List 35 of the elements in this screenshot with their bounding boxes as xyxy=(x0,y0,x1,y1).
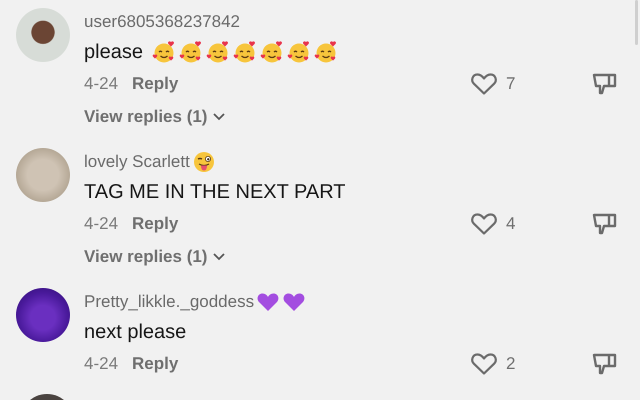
smiling-face-with-hearts-icon xyxy=(152,40,176,64)
heart-icon[interactable] xyxy=(470,72,498,96)
view-replies-button[interactable]: View replies (1) xyxy=(84,240,226,274)
username[interactable]: user6805368237842 xyxy=(84,12,240,32)
reply-button[interactable]: Reply xyxy=(132,214,178,234)
username[interactable]: Pretty_likkle._goddess xyxy=(84,292,254,312)
reply-button[interactable]: Reply xyxy=(132,74,178,94)
comment-text: please xyxy=(84,40,143,64)
thumbs-down-icon[interactable] xyxy=(592,71,618,97)
reply-button[interactable]: Reply xyxy=(132,354,178,374)
smiling-face-with-hearts-icon xyxy=(232,40,257,64)
smiling-face-with-hearts-icon xyxy=(260,40,284,64)
smiling-face-with-hearts-icon xyxy=(286,40,311,64)
comment-text: TAG ME IN THE NEXT PART xyxy=(84,180,346,204)
username[interactable]: lovely Scarlett xyxy=(84,152,190,172)
like-count: 2 xyxy=(506,354,516,374)
heart-icon[interactable] xyxy=(470,212,498,236)
comment-date: 4-24 xyxy=(84,354,118,374)
like-count: 4 xyxy=(506,214,516,234)
chevron-down-icon xyxy=(212,112,226,122)
smiling-face-with-hearts-icon xyxy=(314,40,338,64)
thumbs-down-icon[interactable] xyxy=(592,351,618,377)
thumbs-down-icon[interactable] xyxy=(592,211,618,237)
smiling-face-with-hearts-icon xyxy=(178,40,203,64)
comment-text: next please xyxy=(84,320,186,344)
comment-date: 4-24 xyxy=(84,74,118,94)
like-count: 7 xyxy=(506,74,516,94)
smiling-face-with-hearts-icon xyxy=(206,40,230,64)
chevron-down-icon xyxy=(212,252,226,262)
view-replies-button[interactable]: View replies (1) xyxy=(84,100,226,134)
heart-icon[interactable] xyxy=(470,352,498,376)
winking-face-with-tongue-icon xyxy=(192,150,216,174)
comment-date: 4-24 xyxy=(84,214,118,234)
scrollbar[interactable] xyxy=(635,0,638,45)
avatar-image[interactable] xyxy=(16,288,70,342)
